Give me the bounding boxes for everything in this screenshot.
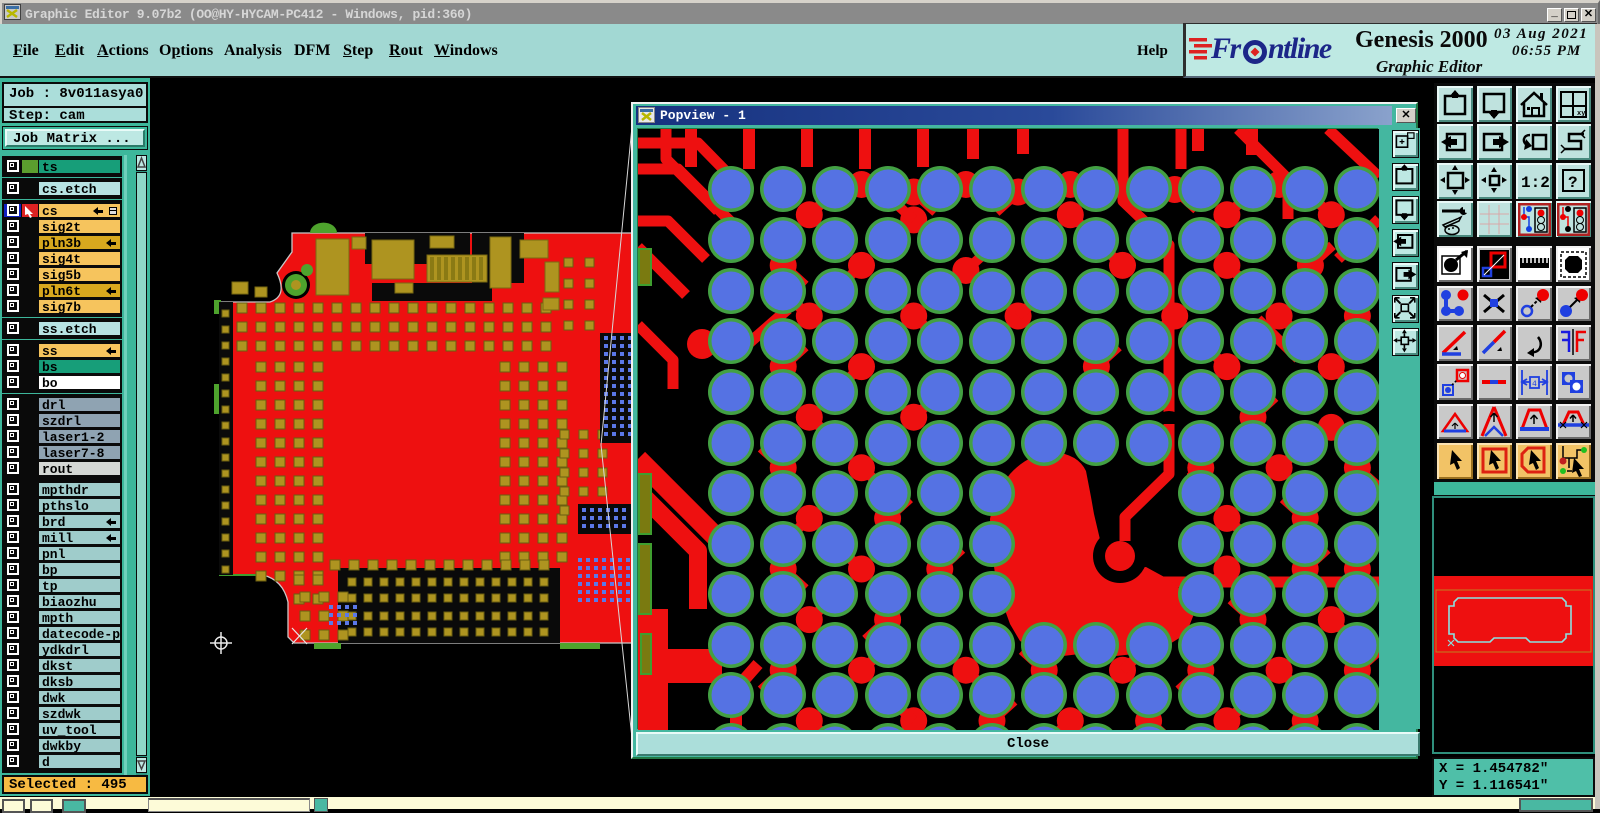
svg-text:4: 4 xyxy=(1532,380,1537,389)
svg-text:xy: xy xyxy=(1577,110,1586,118)
svg-text:1:2: 1:2 xyxy=(1521,174,1550,192)
svg-text:?: ? xyxy=(1568,174,1578,192)
